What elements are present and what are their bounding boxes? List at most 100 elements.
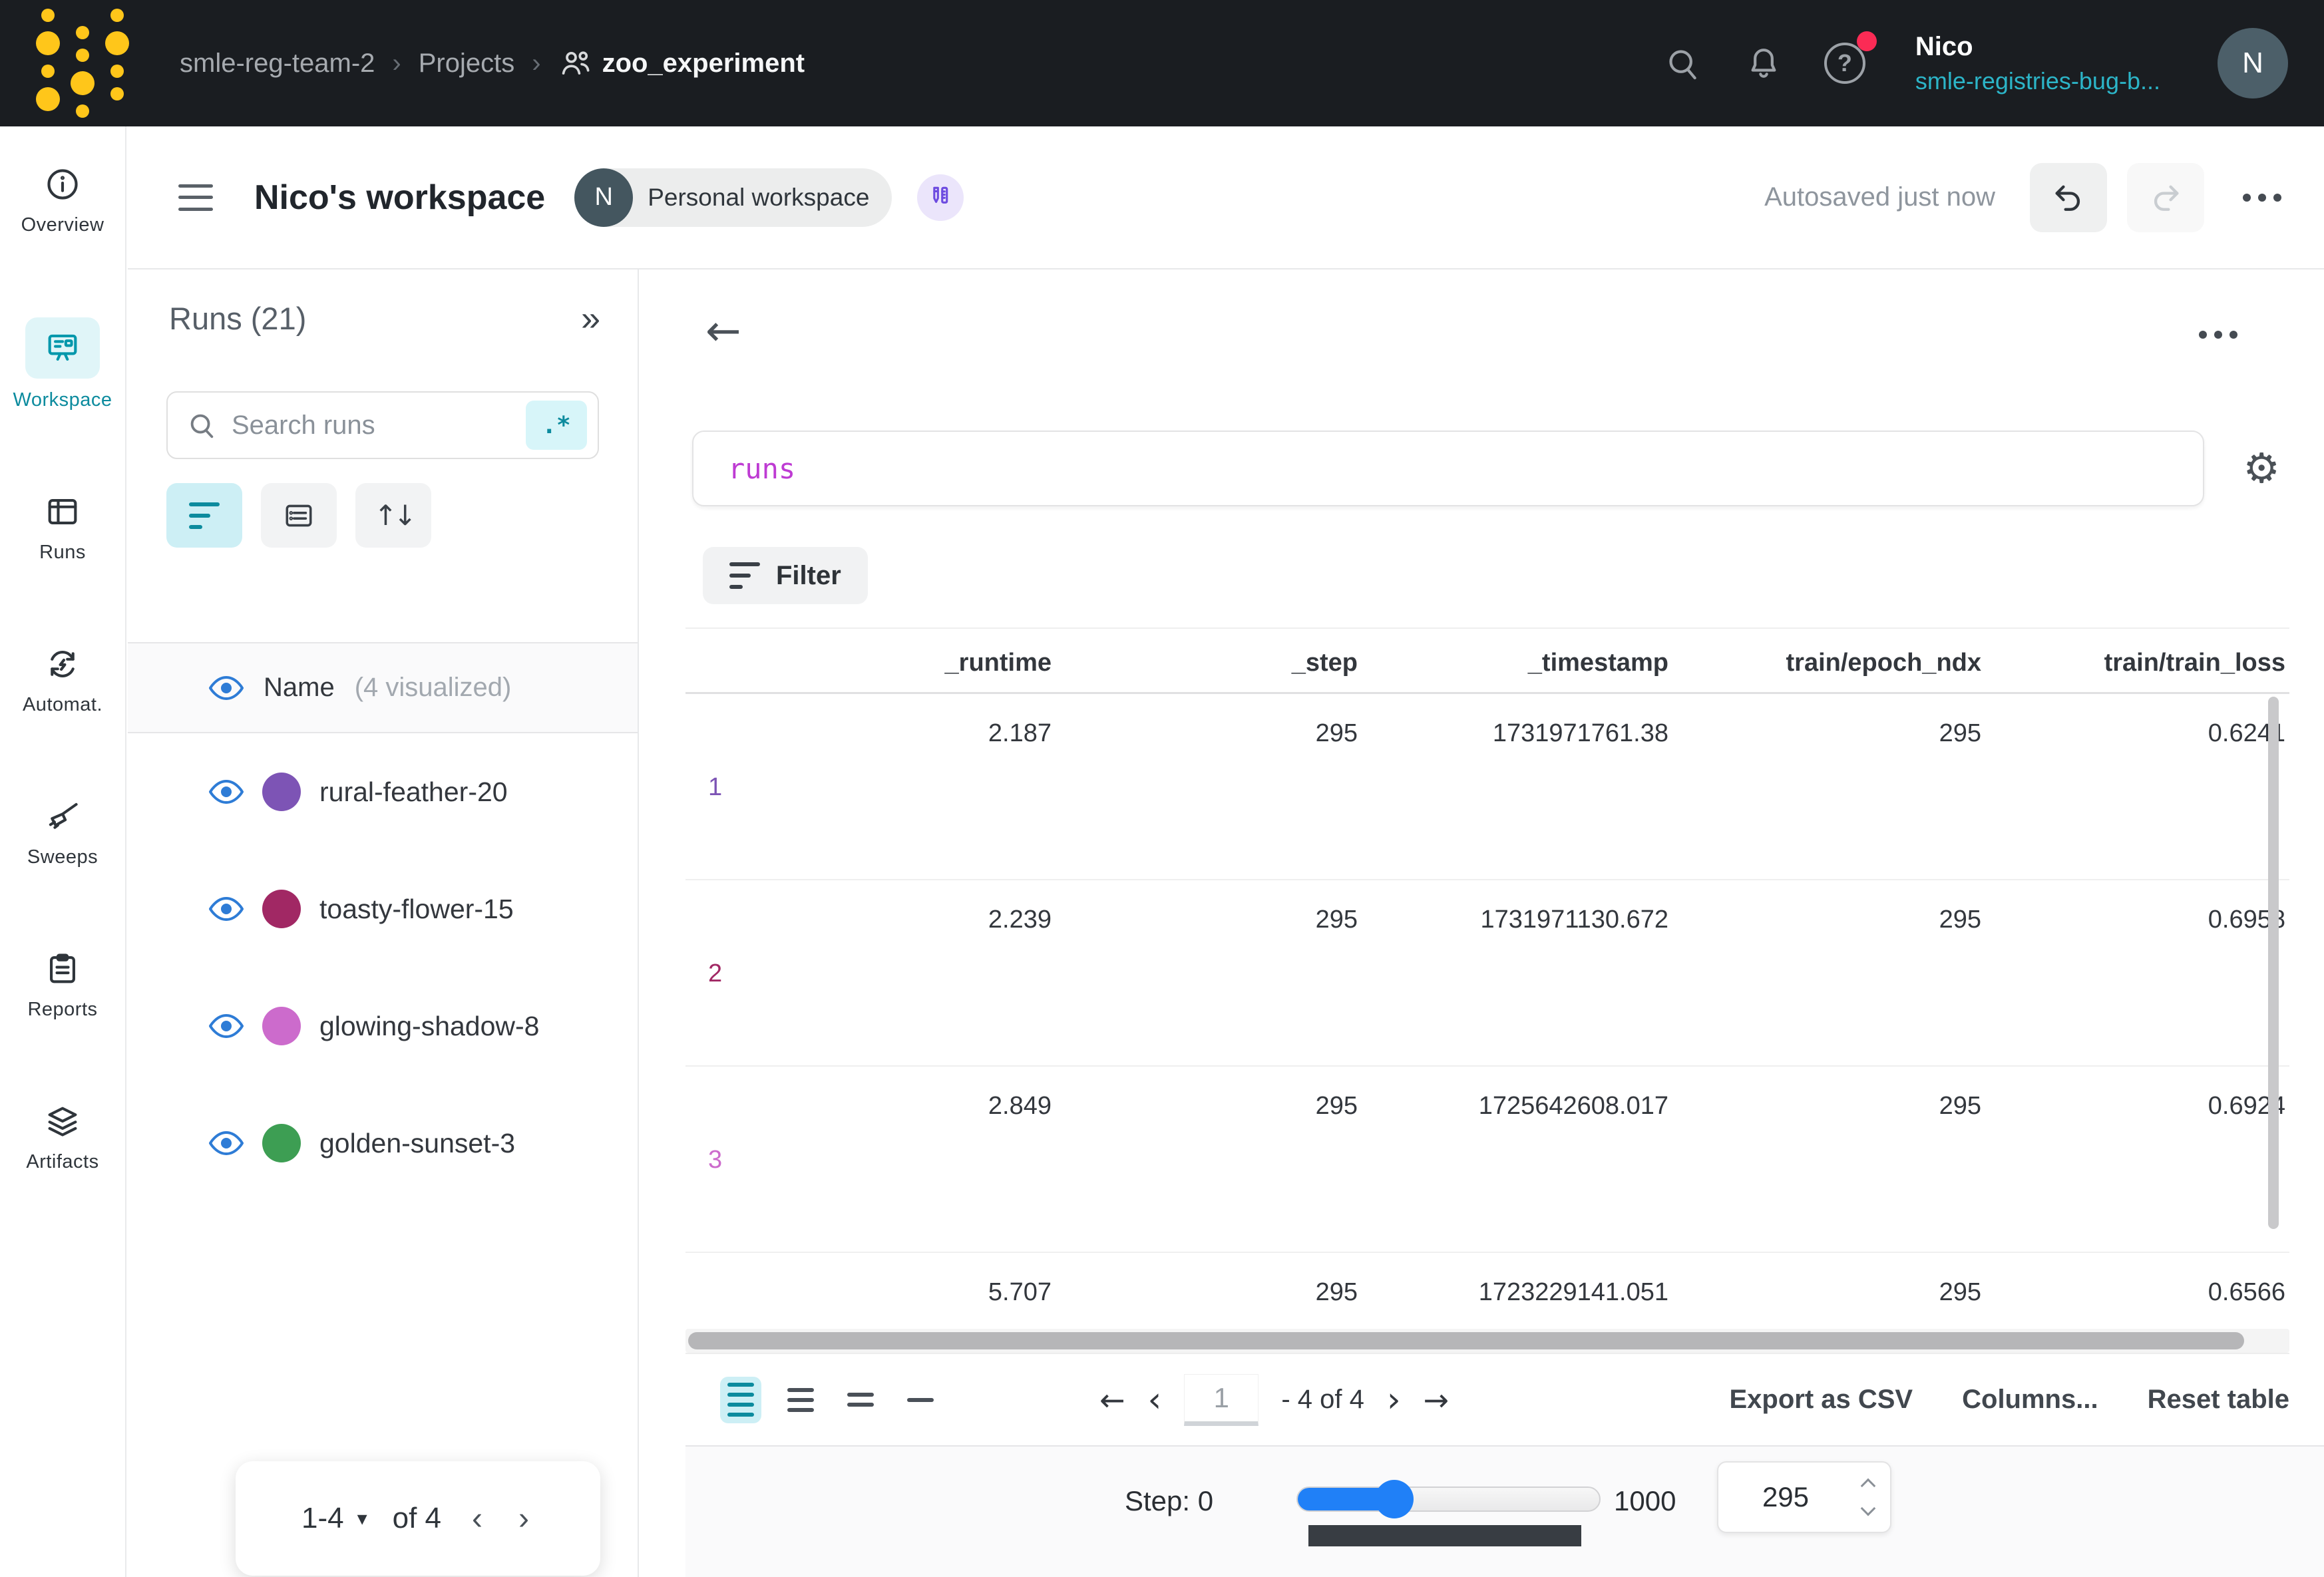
page-title: Nico's workspace bbox=[254, 178, 545, 218]
chevron-up-icon[interactable] bbox=[1861, 1479, 1876, 1494]
step-slider[interactable] bbox=[1296, 1487, 1601, 1512]
page-range-dropdown[interactable]: 1-4 bbox=[301, 1502, 344, 1535]
column-header[interactable]: train/epoch_ndx bbox=[1668, 649, 1981, 677]
cell: 0.6566 bbox=[1981, 1278, 2285, 1307]
chevron-down-icon[interactable] bbox=[1861, 1501, 1876, 1516]
prev-page-button[interactable]: ‹ bbox=[1148, 1380, 1162, 1420]
help-icon[interactable]: ? bbox=[1824, 42, 1866, 85]
eye-icon[interactable] bbox=[209, 896, 244, 922]
filter-runs-button[interactable] bbox=[166, 483, 242, 548]
column-header[interactable]: train/train_loss bbox=[1981, 649, 2285, 677]
run-list-item[interactable]: golden-sunset-3 bbox=[128, 1085, 638, 1202]
last-page-button[interactable]: → bbox=[1424, 1382, 1450, 1418]
search-icon[interactable] bbox=[1661, 42, 1704, 85]
cell: 295 bbox=[1052, 1092, 1358, 1121]
runs-name-header[interactable]: Name (4 visualized) bbox=[128, 642, 638, 733]
sort-runs-button[interactable]: ↑↓ bbox=[355, 483, 431, 548]
reset-table-button[interactable]: Reset table bbox=[2148, 1385, 2289, 1415]
run-list-item[interactable]: glowing-shadow-8 bbox=[128, 967, 638, 1085]
runs-sidebar: Runs (21) » Search runs .* ↑↓ Name (4 vi… bbox=[128, 269, 639, 1577]
redo-icon bbox=[2148, 180, 2183, 215]
row-height-small-icon bbox=[727, 1383, 754, 1417]
sidebar-item-automations[interactable]: Automat. bbox=[23, 645, 102, 716]
vertical-scrollbar[interactable] bbox=[2268, 697, 2279, 1229]
run-list-item[interactable]: rural-feather-20 bbox=[128, 733, 638, 850]
search-runs-input[interactable]: Search runs .* bbox=[166, 391, 599, 459]
workspace-header: Nico's workspace N Personal workspace Au… bbox=[128, 126, 2324, 269]
horizontal-scrollbar-thumb[interactable] bbox=[688, 1332, 2244, 1349]
spinner-arrows[interactable] bbox=[1853, 1481, 1890, 1514]
columns-button[interactable]: Columns... bbox=[1962, 1385, 2098, 1415]
column-header[interactable]: _timestamp bbox=[1358, 649, 1668, 677]
regex-toggle-button[interactable]: .* bbox=[526, 401, 587, 450]
menu-icon[interactable] bbox=[178, 184, 213, 211]
cell: 5.707 bbox=[732, 1278, 1052, 1307]
eye-icon[interactable] bbox=[209, 1130, 244, 1156]
row-height-large-button[interactable] bbox=[840, 1377, 881, 1423]
customize-panels-button[interactable] bbox=[917, 174, 964, 221]
panel-options-icon[interactable] bbox=[2199, 331, 2237, 339]
run-list-item[interactable]: toasty-flower-15 bbox=[128, 850, 638, 967]
runs-table: _runtime _step _timestamp train/epoch_nd… bbox=[685, 627, 2289, 1329]
first-page-button[interactable]: ← bbox=[1099, 1382, 1125, 1418]
page-number-input[interactable]: 1 bbox=[1184, 1374, 1259, 1426]
notifications-bell-icon[interactable] bbox=[1742, 42, 1785, 85]
info-icon bbox=[43, 165, 82, 204]
user-menu[interactable]: Nico smle-registries-bug-b... bbox=[1915, 32, 2160, 95]
collapse-panel-icon[interactable]: » bbox=[581, 301, 600, 336]
automations-icon bbox=[43, 645, 82, 683]
avatar[interactable]: N bbox=[2218, 28, 2288, 98]
gear-icon[interactable]: ⚙ bbox=[2243, 448, 2280, 489]
sweeps-broom-icon bbox=[43, 797, 82, 836]
eye-icon[interactable] bbox=[209, 675, 244, 701]
run-color-dot bbox=[262, 1007, 301, 1045]
query-input[interactable]: runs bbox=[692, 431, 2204, 506]
table-row[interactable]: 3 2.849 295 1725642608.017 295 0.6924 bbox=[685, 1067, 2289, 1253]
table-row[interactable]: 2 2.239 295 1731971130.672 295 0.6958 bbox=[685, 880, 2289, 1067]
more-options-icon[interactable] bbox=[2243, 194, 2281, 202]
redo-button[interactable] bbox=[2127, 163, 2204, 232]
pencil-ruler-icon bbox=[926, 183, 955, 212]
sidebar-item-artifacts[interactable]: Artifacts bbox=[26, 1102, 98, 1173]
next-page-button[interactable]: › bbox=[513, 1500, 534, 1537]
row-height-small-button[interactable] bbox=[720, 1377, 761, 1423]
chevron-right-icon: › bbox=[532, 49, 540, 79]
table-pagination: ← ‹ 1 - 4 of 4 › → bbox=[1099, 1374, 1449, 1426]
workspace-badge[interactable]: N Personal workspace bbox=[574, 168, 892, 227]
row-height-medium-button[interactable] bbox=[780, 1377, 821, 1423]
export-csv-button[interactable]: Export as CSV bbox=[1729, 1385, 1913, 1415]
breadcrumb-team[interactable]: smle-reg-team-2 bbox=[180, 49, 375, 79]
workspace-icon bbox=[25, 317, 100, 379]
sidebar-item-overview[interactable]: Overview bbox=[21, 165, 104, 236]
sidebar-item-reports[interactable]: Reports bbox=[27, 950, 97, 1021]
run-details-button[interactable] bbox=[261, 483, 337, 548]
cell: 1723229141.051 bbox=[1358, 1278, 1668, 1307]
runs-table-panel: ← runs ⚙ Filter _runtime _step _timestam… bbox=[639, 269, 2324, 1577]
breadcrumb-project[interactable]: zoo_experiment bbox=[558, 46, 805, 81]
sidebar-item-workspace[interactable]: Workspace bbox=[13, 317, 112, 411]
wandb-logo[interactable] bbox=[36, 9, 129, 118]
horizontal-scrollbar-track[interactable] bbox=[685, 1329, 2289, 1353]
eye-icon[interactable] bbox=[209, 779, 244, 805]
run-color-dot bbox=[262, 1124, 301, 1162]
column-header[interactable]: _step bbox=[1052, 649, 1358, 677]
table-header-row: _runtime _step _timestamp train/epoch_nd… bbox=[685, 627, 2289, 694]
back-button[interactable]: ← bbox=[705, 307, 741, 356]
sidebar-item-runs[interactable]: Runs bbox=[39, 492, 86, 564]
runs-count-title: Runs (21) bbox=[169, 300, 306, 337]
undo-button[interactable] bbox=[2030, 163, 2107, 232]
sidebar-item-sweeps[interactable]: Sweeps bbox=[27, 797, 98, 868]
column-header[interactable]: _runtime bbox=[732, 649, 1052, 677]
row-height-xlarge-button[interactable] bbox=[900, 1377, 941, 1423]
step-value-spinner[interactable]: 295 bbox=[1717, 1461, 1891, 1533]
filter-button[interactable]: Filter bbox=[703, 547, 868, 604]
eye-icon[interactable] bbox=[209, 1013, 244, 1039]
slider-handle[interactable] bbox=[1375, 1480, 1414, 1518]
prev-page-button[interactable]: ‹ bbox=[467, 1500, 488, 1537]
autosave-status: Autosaved just now bbox=[1764, 182, 1995, 212]
next-page-button[interactable]: › bbox=[1387, 1380, 1401, 1420]
table-row[interactable]: 4 5.707 295 1723229141.051 295 0.6566 bbox=[685, 1253, 2289, 1329]
breadcrumb-projects[interactable]: Projects bbox=[419, 49, 515, 79]
table-row[interactable]: 1 2.187 295 1731971761.38 295 0.6241 bbox=[685, 694, 2289, 880]
user-team-link[interactable]: smle-registries-bug-b... bbox=[1915, 67, 2160, 95]
